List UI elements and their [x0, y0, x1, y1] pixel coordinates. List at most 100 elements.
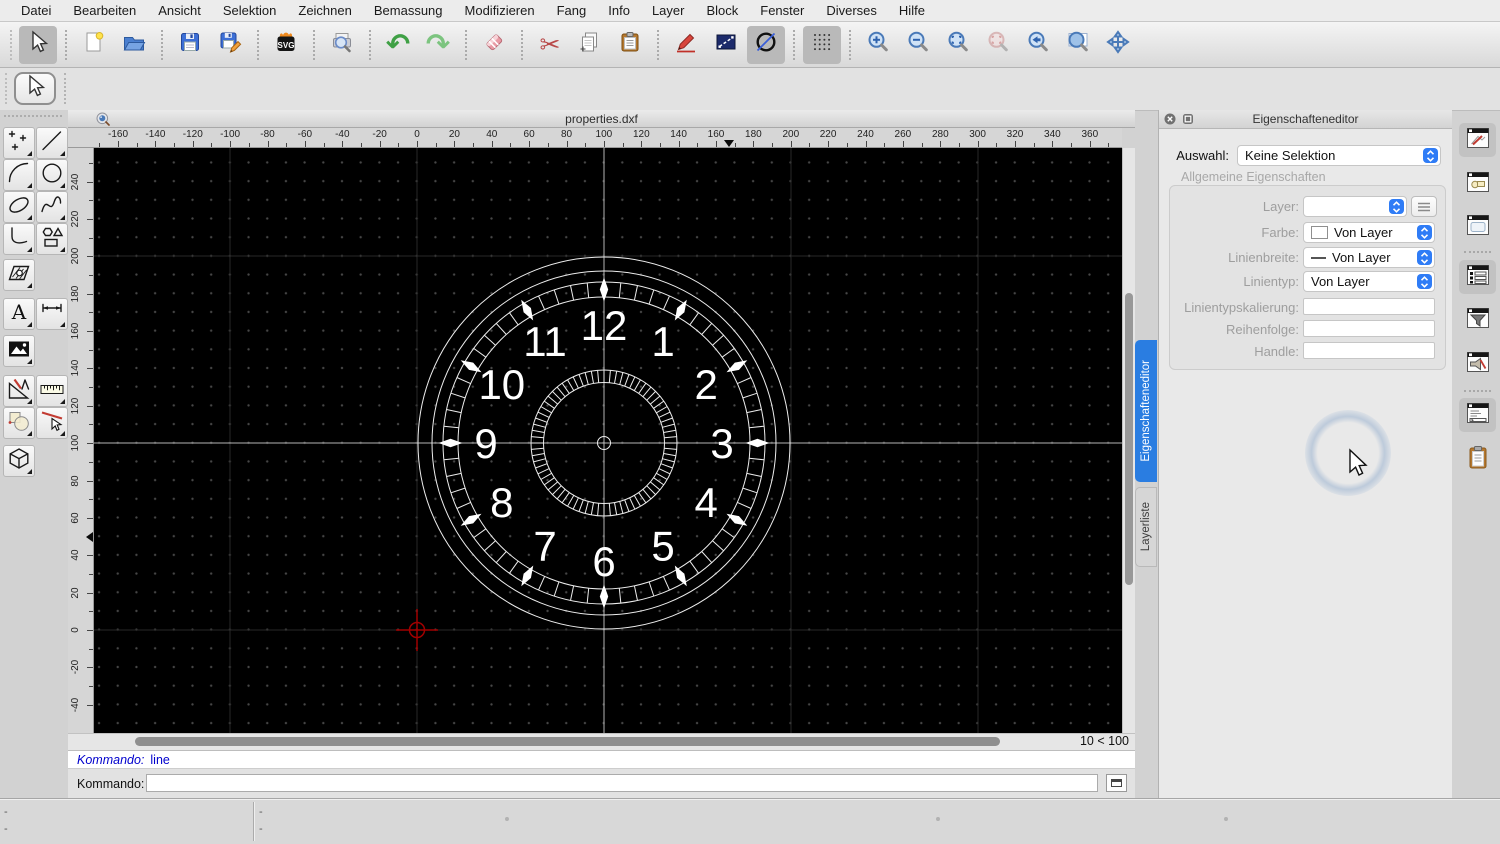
clipboard-dock-button[interactable]	[1459, 442, 1496, 476]
ruler-label: 160	[70, 322, 81, 340]
line-tool-button[interactable]	[36, 127, 68, 159]
point-tool-button[interactable]	[3, 127, 35, 159]
menu-ansicht[interactable]: Ansicht	[147, 3, 212, 18]
menu-selektion[interactable]: Selektion	[212, 3, 287, 18]
draw-panel-dock-button[interactable]	[1459, 123, 1496, 157]
selection-arrow-button[interactable]	[19, 25, 57, 64]
ruler-tick	[87, 517, 93, 519]
line-segment-button[interactable]	[707, 26, 745, 64]
ruler-tick	[89, 162, 93, 164]
layer-menu-button[interactable]	[1411, 196, 1437, 217]
erase-button[interactable]	[475, 26, 513, 64]
linienbreite-combo[interactable]: Von Layer	[1303, 247, 1435, 268]
svg-text:1: 1	[651, 318, 674, 365]
menu-bearbeiten[interactable]: Bearbeiten	[62, 3, 147, 18]
detach-icon[interactable]	[1182, 113, 1194, 125]
command-options-button[interactable]	[1106, 774, 1127, 792]
image-tool-button[interactable]	[3, 335, 35, 367]
layer-combo[interactable]	[1303, 196, 1407, 217]
ruler-label: 100	[70, 434, 81, 452]
menu-hilfe[interactable]: Hilfe	[888, 3, 936, 18]
zoom-selection-button[interactable]	[979, 26, 1017, 64]
document-titlebar[interactable]: properties.dxf	[68, 110, 1135, 128]
arc-tool-button[interactable]	[3, 159, 35, 191]
solid-tool-button[interactable]	[3, 445, 35, 477]
circle-tool-button[interactable]	[36, 159, 68, 191]
close-icon[interactable]	[1164, 113, 1176, 125]
pencil-button[interactable]	[667, 26, 705, 64]
zoom-previous-button[interactable]	[1019, 26, 1057, 64]
menu-layer[interactable]: Layer	[641, 3, 696, 18]
print-preview-button[interactable]	[323, 26, 361, 64]
copy-button[interactable]	[571, 26, 609, 64]
linientypskalierung-field[interactable]	[1303, 298, 1435, 315]
svg-export-button[interactable]: SVG	[267, 26, 305, 64]
vertical-ruler: -40 -20 0 20 40 60 80 100 120 140 160 180 200 220 240	[68, 148, 94, 733]
paste-button[interactable]	[611, 26, 649, 64]
selection-filter-dock-button[interactable]	[1459, 303, 1496, 337]
relative-zero-dock-button[interactable]	[1459, 347, 1496, 381]
menu-diverses[interactable]: Diverses	[815, 3, 888, 18]
farbe-combo[interactable]: Von Layer	[1303, 222, 1435, 243]
coordinate-field: -	[4, 806, 8, 818]
zoom-window-button[interactable]	[1059, 26, 1097, 64]
command-input[interactable]	[146, 774, 1098, 792]
save-as-button[interactable]	[211, 26, 249, 64]
linientyp-combo[interactable]: Von Layer	[1303, 271, 1435, 292]
shape-tool-button[interactable]	[36, 223, 68, 255]
ruler-tick	[323, 143, 325, 147]
horizontal-scrollbar-thumb[interactable]	[135, 737, 1000, 746]
ruler-tick	[734, 143, 736, 147]
vertical-scrollbar[interactable]	[1122, 148, 1135, 733]
palette-handle[interactable]	[4, 115, 62, 117]
horizontal-scrollbar[interactable]: 10 < 100	[68, 733, 1135, 750]
toolbar-handle[interactable]	[5, 73, 7, 104]
ruler-tick	[753, 141, 755, 147]
current-tool-button[interactable]	[14, 72, 56, 105]
dimension-tool-button[interactable]	[36, 298, 68, 330]
handle-field[interactable]	[1303, 342, 1435, 359]
menu-block[interactable]: Block	[695, 3, 749, 18]
divide-tool-button[interactable]	[36, 407, 68, 439]
open-file-button[interactable]	[115, 26, 153, 64]
vertical-scrollbar-thumb[interactable]	[1125, 293, 1133, 585]
block-panel-dock-button[interactable]	[1459, 167, 1496, 201]
selection-combo[interactable]: Keine Selektion	[1237, 145, 1441, 166]
ruler-tick	[846, 143, 848, 147]
misc-tool-button[interactable]	[3, 375, 35, 407]
menu-fenster[interactable]: Fenster	[749, 3, 815, 18]
menu-info[interactable]: Info	[597, 3, 641, 18]
modify-tool-button[interactable]	[3, 407, 35, 439]
redo-button[interactable]: ↷	[419, 26, 457, 64]
toolbar-handle[interactable]	[10, 29, 12, 60]
drawing-canvas[interactable]: 1 2 3 4 5 6 7 8 9 10 11 12	[94, 148, 1122, 733]
save-button[interactable]	[171, 26, 209, 64]
polyline-tool-button[interactable]	[3, 223, 35, 255]
ellipse-tool-button[interactable]	[3, 191, 35, 223]
pan-button[interactable]	[1099, 26, 1137, 64]
zoom-out-button[interactable]	[899, 26, 937, 64]
menu-bemassung[interactable]: Bemassung	[363, 3, 454, 18]
zoom-in-button[interactable]	[859, 26, 897, 64]
new-file-button[interactable]	[75, 26, 113, 64]
menu-modifizieren[interactable]: Modifizieren	[454, 3, 546, 18]
grid-button[interactable]	[803, 25, 841, 64]
view-panel-dock-button[interactable]	[1459, 210, 1496, 244]
undo-button[interactable]: ↶	[379, 26, 417, 64]
menu-zeichnen[interactable]: Zeichnen	[287, 3, 362, 18]
text-tool-button[interactable]: A	[3, 298, 35, 330]
no-snap-button[interactable]	[747, 25, 785, 64]
property-editor-dock-button[interactable]	[1459, 260, 1496, 294]
command-line-dock-button[interactable]	[1459, 398, 1496, 432]
zoom-auto-button[interactable]	[939, 26, 977, 64]
measure-tool-button[interactable]	[36, 375, 68, 407]
menu-datei[interactable]: Datei	[10, 3, 62, 18]
spline-tool-button[interactable]	[36, 191, 68, 223]
tab-layerliste[interactable]: Layerliste	[1135, 487, 1157, 567]
cut-button[interactable]: ✂	[531, 26, 569, 64]
tab-eigenschafteneditor[interactable]: Eigenschafteneditor	[1135, 340, 1157, 482]
hatch-tool-button[interactable]	[3, 259, 35, 291]
ruler-label: 120	[70, 397, 81, 415]
menu-fang[interactable]: Fang	[546, 3, 598, 18]
reihenfolge-field[interactable]	[1303, 320, 1435, 337]
